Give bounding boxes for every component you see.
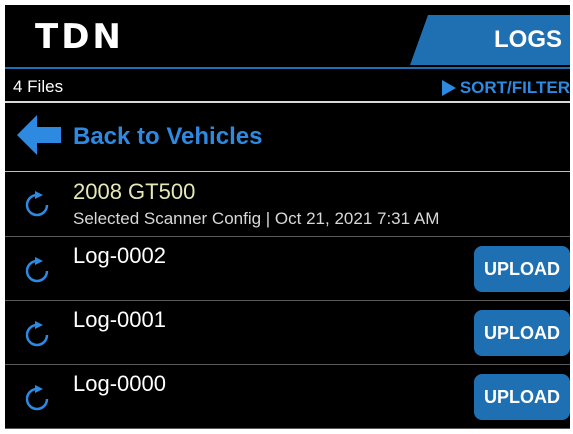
app-screen: TDN LOGS 4 Files SORT/FILTER Back to Veh… [5,5,570,429]
log-name: Log-0002 [73,243,166,268]
tab-logs[interactable]: LOGS [410,15,570,65]
file-count: 4 Files [13,77,64,96]
log-name: Log-0001 [73,307,166,332]
upload-button[interactable]: UPLOAD [474,246,570,292]
tab-logs-label: LOGS [493,26,562,53]
app-header: TDN LOGS [5,5,570,67]
logo-text: TDN [35,17,124,57]
back-arrow-icon [17,115,61,155]
vehicle-name: 2008 GT500 [73,179,196,204]
log-row[interactable]: Log-0000 UPLOAD [5,365,570,429]
refresh-icon [25,191,49,217]
sort-filter-label: SORT/FILTER [459,78,570,97]
device-frame: TDN LOGS 4 Files SORT/FILTER Back to Veh… [0,0,573,434]
log-row[interactable]: Log-0001 UPLOAD [5,301,570,365]
log-name: Log-0000 [73,371,166,396]
status-bar: 4 Files SORT/FILTER [5,67,570,103]
refresh-icon [25,385,49,411]
upload-button[interactable]: UPLOAD [474,374,570,420]
play-icon [441,80,456,96]
upload-button[interactable]: UPLOAD [474,310,570,356]
vehicle-subtitle: Selected Scanner Config | Oct 21, 2021 7… [73,209,440,228]
tdn-logo: TDN [35,19,124,55]
log-row[interactable]: Log-0002 UPLOAD [5,237,570,301]
refresh-icon [25,257,49,283]
back-to-vehicles-button[interactable]: Back to Vehicles [5,103,570,172]
sort-filter-button[interactable]: SORT/FILTER [441,78,570,98]
refresh-icon [25,321,49,347]
vehicle-row[interactable]: 2008 GT500 Selected Scanner Config | Oct… [5,171,570,237]
back-label: Back to Vehicles [73,123,263,150]
